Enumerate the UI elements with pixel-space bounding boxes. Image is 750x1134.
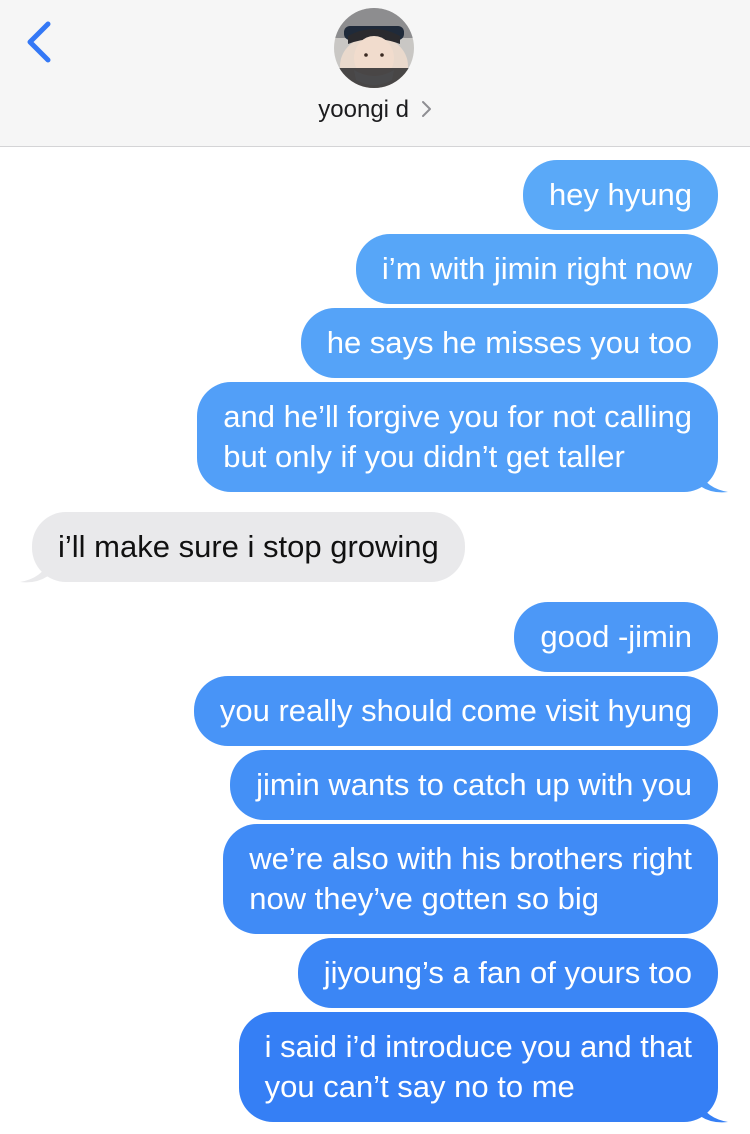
message-text-line: but only if you didn’t get taller xyxy=(223,439,625,474)
message-text: i’m with jimin right now xyxy=(381,251,692,286)
message-text-line: we’re also with his brothers right xyxy=(249,841,692,876)
message-text: you really should come visit hyung xyxy=(219,693,692,728)
conversation-header: yoongi d xyxy=(0,0,750,147)
chevron-left-icon xyxy=(27,21,51,63)
message-bubble-sent[interactable]: i’m with jimin right now xyxy=(355,234,718,304)
message-text: jimin wants to catch up with you xyxy=(256,767,692,802)
avatar-image xyxy=(334,8,414,88)
message-bubble-sent[interactable]: we’re also with his brothers right now t… xyxy=(223,824,718,934)
bubble-tail xyxy=(20,562,48,583)
message-text: jiyoung’s a fan of yours too xyxy=(323,955,692,990)
message-bubble-sent[interactable]: jiyoung’s a fan of yours too xyxy=(297,938,718,1008)
message-text: he says he misses you too xyxy=(326,325,692,360)
contact-name: yoongi d xyxy=(318,96,410,123)
message-text-line: now they’ve gotten so big xyxy=(249,881,600,916)
message-text-line: and he’ll forgive you for not calling xyxy=(223,399,692,434)
chevron-right-icon xyxy=(421,100,431,117)
message-bubble-sent[interactable]: good -jimin xyxy=(514,602,718,672)
message-bubble-sent[interactable]: hey hyung xyxy=(522,160,718,230)
back-button[interactable] xyxy=(18,20,62,64)
bubble-tail xyxy=(700,1102,728,1123)
message-text-line: you can’t say no to me xyxy=(264,1069,575,1104)
bubble-tail xyxy=(700,472,728,493)
message-text: good -jimin xyxy=(540,619,692,654)
contact-name-button[interactable]: yoongi d xyxy=(0,96,750,124)
contact-avatar[interactable] xyxy=(334,8,414,88)
message-text-line: i said i’d introduce you and that xyxy=(264,1029,692,1064)
message-bubble-sent[interactable]: he says he misses you too xyxy=(300,308,718,378)
message-bubble-received[interactable]: i’ll make sure i stop growing xyxy=(32,512,465,582)
message-text: i’ll make sure i stop growing xyxy=(58,529,439,564)
message-bubble-sent[interactable]: jimin wants to catch up with you xyxy=(230,750,718,820)
message-bubble-sent[interactable]: i said i’d introduce you and that you ca… xyxy=(238,1012,718,1122)
message-bubble-sent[interactable]: and he’ll forgive you for not calling bu… xyxy=(197,382,718,492)
message-text: hey hyung xyxy=(548,177,692,212)
message-bubble-sent[interactable]: you really should come visit hyung xyxy=(193,676,718,746)
